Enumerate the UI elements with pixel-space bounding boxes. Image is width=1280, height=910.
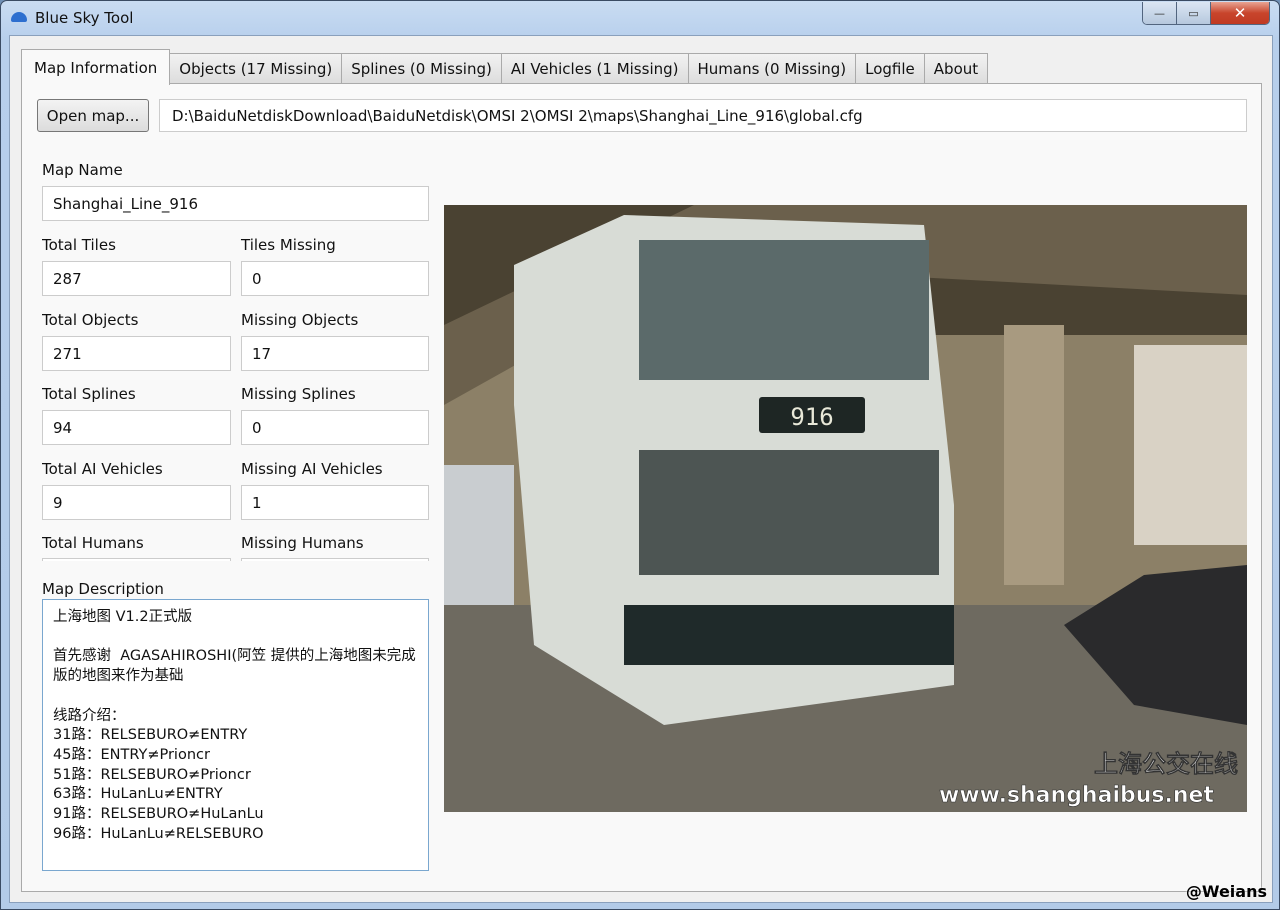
missing-splines-label: Missing Splines [241,385,356,403]
total-ai-field[interactable]: 9 [42,485,231,520]
map-description-label: Map Description [42,580,164,598]
tab-bar: Map Information Objects (17 Missing) Spl… [21,49,989,85]
total-splines-label: Total Splines [42,385,136,403]
map-name-label: Map Name [42,161,123,179]
map-path-field[interactable]: D:\BaiduNetdiskDownload\BaiduNetdisk\OMS… [159,99,1247,132]
missing-humans-label: Missing Humans [241,534,364,552]
missing-objects-field[interactable]: 17 [241,336,429,371]
client-area: Map Information Objects (17 Missing) Spl… [9,35,1273,903]
missing-ai-field[interactable]: 1 [241,485,429,520]
total-humans-label: Total Humans [42,534,144,552]
watermark: @Weians [1185,882,1267,901]
minimize-button[interactable]: — [1143,2,1177,24]
tab-humans[interactable]: Humans (0 Missing) [688,53,857,85]
tab-map-information[interactable]: Map Information [21,49,171,85]
maximize-button[interactable]: ▭ [1177,2,1211,24]
tiles-missing-label: Tiles Missing [241,236,336,254]
missing-objects-label: Missing Objects [241,311,359,329]
title-bar[interactable]: Blue Sky Tool — ▭ ✕ [1,1,1279,35]
total-objects-field[interactable]: 271 [42,336,231,371]
map-information-panel: Open map... D:\BaiduNetdiskDownload\Baid… [21,83,1262,892]
map-name-field[interactable]: Shanghai_Line_916 [42,186,429,221]
missing-humans-field[interactable] [241,558,429,561]
fields-scroll-area[interactable]: Map Name Shanghai_Line_916 Total Tiles T… [42,158,432,561]
total-humans-field[interactable] [42,558,231,561]
tiles-missing-field[interactable]: 0 [241,261,429,296]
total-tiles-field[interactable]: 287 [42,261,231,296]
tab-logfile[interactable]: Logfile [856,53,925,85]
total-objects-label: Total Objects [42,311,139,329]
open-map-button[interactable]: Open map... [37,99,149,132]
window-title: Blue Sky Tool [35,9,134,27]
map-preview-image: 916 上海公交在线 www.shanghaibus.net [444,205,1247,812]
tab-ai-vehicles[interactable]: AI Vehicles (1 Missing) [501,53,689,85]
total-ai-label: Total AI Vehicles [42,460,163,478]
route-sign: 916 [790,403,833,431]
cloud-icon [11,12,27,22]
photo-caption-cn: 上海公交在线 [1094,750,1238,778]
app-window: Blue Sky Tool — ▭ ✕ Map Information Obje… [0,0,1280,910]
tab-splines[interactable]: Splines (0 Missing) [342,53,502,85]
total-tiles-label: Total Tiles [42,236,116,254]
tab-about[interactable]: About [924,53,989,85]
close-button[interactable]: ✕ [1211,2,1269,24]
tab-objects[interactable]: Objects (17 Missing) [170,53,343,85]
missing-splines-field[interactable]: 0 [241,410,429,445]
photo-caption-url: www.shanghaibus.net [939,783,1214,808]
map-description-field[interactable]: 上海地图 V1.2正式版 首先感谢 AGASAHIROSHI(阿笠 提供的上海地… [42,599,429,871]
missing-ai-label: Missing AI Vehicles [241,460,383,478]
total-splines-field[interactable]: 94 [42,410,231,445]
